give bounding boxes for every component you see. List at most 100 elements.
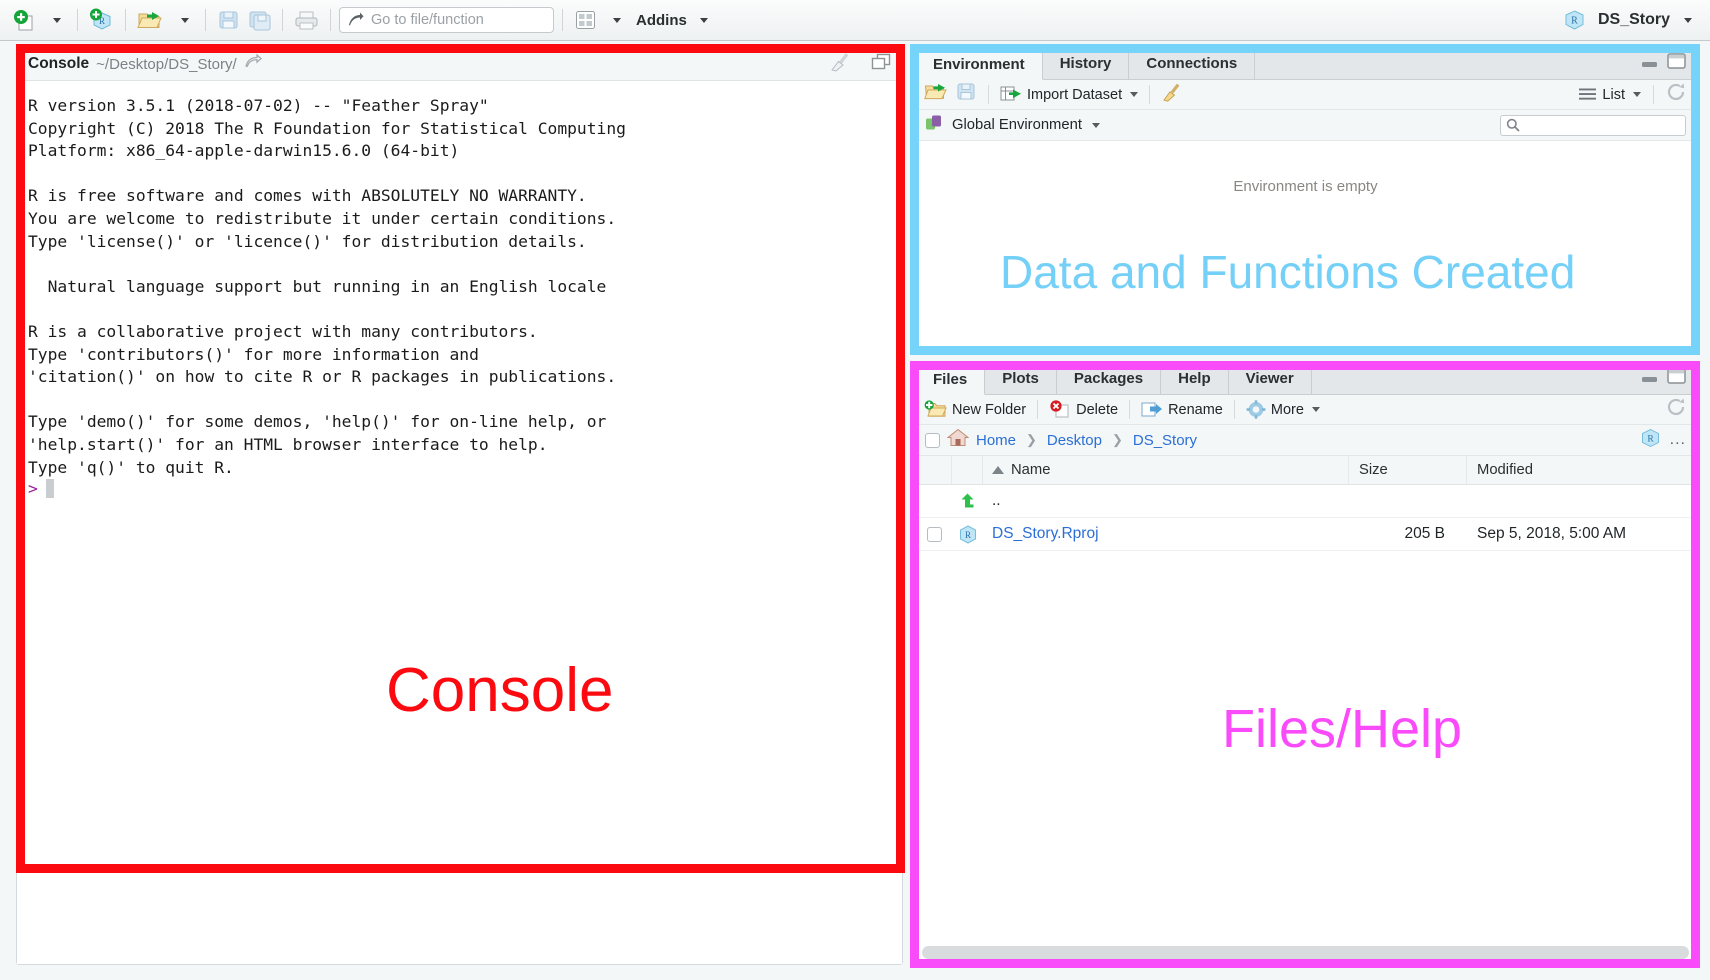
table-row[interactable]: R DS_Story.Rproj 205 B Sep 5, 2018, 5:00… — [916, 518, 1695, 551]
more-label: More — [1271, 402, 1304, 418]
new-folder-button[interactable]: New Folder — [924, 400, 1026, 419]
delete-button[interactable]: Delete — [1049, 400, 1118, 419]
delete-icon — [1049, 400, 1071, 419]
chevron-down-icon — [1312, 407, 1320, 412]
chevron-down-icon — [700, 18, 708, 23]
breadcrumb-overflow[interactable]: ... — [1670, 431, 1686, 449]
home-icon[interactable] — [947, 428, 969, 452]
global-environment-label[interactable]: Global Environment — [952, 117, 1082, 133]
open-file-dropdown[interactable] — [169, 5, 197, 35]
console-prompt-line[interactable]: > — [28, 479, 902, 499]
save-button[interactable] — [214, 5, 243, 35]
row-size-cell: 205 B — [1349, 525, 1467, 543]
new-file-button[interactable] — [10, 5, 39, 35]
console-popout-button[interactable] — [245, 54, 262, 74]
pane-layout-dropdown[interactable] — [601, 5, 629, 35]
header-modified-cell[interactable]: Modified — [1467, 456, 1695, 484]
tab-viewer-label: Viewer — [1246, 370, 1294, 387]
environment-search-input[interactable] — [1500, 115, 1686, 136]
breadcrumb-item-ds-story[interactable]: DS_Story — [1133, 432, 1197, 449]
refresh-files-button[interactable] — [1666, 397, 1687, 422]
header-modified-label: Modified — [1477, 462, 1533, 478]
delete-label: Delete — [1076, 402, 1118, 418]
toolbar-divider — [1653, 85, 1654, 104]
open-workspace-icon — [924, 82, 949, 102]
breadcrumb-item-desktop[interactable]: Desktop — [1047, 432, 1102, 449]
clear-environment-button[interactable] — [1161, 82, 1185, 108]
addins-label[interactable]: Addins — [636, 12, 687, 29]
r-project-icon: R — [1640, 428, 1661, 448]
row-name-cell[interactable]: DS_Story.Rproj — [983, 525, 1349, 543]
chevron-down-icon[interactable] — [1092, 123, 1100, 128]
environment-tabstrip: Environment History Connections — [916, 48, 1695, 80]
print-button[interactable] — [291, 5, 322, 35]
tab-connections[interactable]: Connections — [1129, 48, 1255, 79]
rename-button[interactable]: Rename — [1141, 400, 1223, 419]
more-button[interactable]: More — [1246, 400, 1320, 419]
toolbar-divider — [1234, 400, 1235, 419]
minimize-files-button[interactable] — [1641, 370, 1658, 388]
console-tab-title[interactable]: Console — [28, 55, 89, 73]
save-icon — [217, 9, 240, 31]
tab-help-label: Help — [1178, 370, 1211, 387]
tab-connections-label: Connections — [1146, 55, 1237, 72]
tab-viewer[interactable]: Viewer — [1229, 363, 1312, 394]
files-horizontal-scrollbar[interactable] — [922, 946, 1689, 959]
refresh-icon — [1666, 82, 1687, 102]
toolbar-divider — [282, 9, 283, 31]
new-file-dropdown[interactable] — [41, 5, 69, 35]
import-dataset-button[interactable]: Import Dataset — [1000, 85, 1138, 104]
header-name-label: Name — [1011, 462, 1050, 478]
header-name-cell[interactable]: Name — [983, 456, 1349, 484]
open-folder-icon — [137, 9, 164, 31]
toolbar-divider — [1129, 400, 1130, 419]
print-icon — [294, 10, 319, 31]
tab-packages[interactable]: Packages — [1057, 363, 1161, 394]
row-checkbox[interactable] — [927, 527, 942, 542]
clear-console-button[interactable] — [829, 51, 855, 78]
tab-files[interactable]: Files — [916, 364, 985, 395]
files-breadcrumb-bar: Home ❯ Desktop ❯ DS_Story R ... — [916, 425, 1695, 456]
tab-environment[interactable]: Environment — [916, 49, 1043, 80]
select-all-checkbox[interactable] — [925, 433, 940, 448]
save-workspace-button[interactable] — [956, 82, 977, 107]
breadcrumb-item-home[interactable]: Home — [976, 432, 1016, 449]
import-dataset-icon — [1000, 85, 1022, 104]
pane-layout-button[interactable] — [571, 5, 599, 35]
minimize-environment-button[interactable] — [1641, 55, 1658, 73]
maximize-files-button[interactable] — [1667, 368, 1686, 389]
console-output-area[interactable]: R version 3.5.1 (2018-07-02) -- "Feather… — [17, 81, 902, 964]
header-size-cell[interactable]: Size — [1349, 456, 1467, 484]
row-name-cell[interactable]: .. — [983, 492, 1349, 510]
rename-label: Rename — [1168, 402, 1223, 418]
load-workspace-button[interactable] — [924, 82, 949, 107]
files-tabstrip: Files Plots Packages Help Viewer — [916, 363, 1695, 395]
maximize-icon — [1667, 53, 1686, 69]
save-all-button[interactable] — [245, 5, 274, 35]
list-view-button[interactable]: List — [1578, 87, 1641, 103]
project-badge[interactable]: R — [1640, 428, 1661, 453]
goto-file-function-input[interactable]: Go to file/function — [339, 7, 554, 33]
new-project-button[interactable]: R — [86, 5, 117, 35]
tab-packages-label: Packages — [1074, 370, 1143, 387]
maximize-environment-button[interactable] — [1667, 53, 1686, 74]
open-file-button[interactable] — [134, 5, 167, 35]
new-folder-icon — [924, 400, 947, 419]
project-dropdown[interactable] — [1672, 5, 1700, 35]
toolbar-divider — [1037, 400, 1038, 419]
tab-help[interactable]: Help — [1161, 363, 1229, 394]
maximize-console-button[interactable] — [871, 53, 891, 76]
chevron-down-icon — [613, 18, 621, 23]
table-row[interactable]: .. — [916, 485, 1695, 518]
files-pane: Files Plots Packages Help Viewer — [915, 362, 1696, 965]
tab-history[interactable]: History — [1043, 48, 1130, 79]
files-toolbar: New Folder Delete Rename — [916, 395, 1695, 425]
svg-text:R: R — [964, 530, 970, 540]
refresh-environment-button[interactable] — [1666, 82, 1687, 107]
list-view-icon — [1578, 87, 1597, 102]
tab-plots[interactable]: Plots — [985, 363, 1057, 394]
console-pane: Console ~/Desktop/DS_Story/ — [16, 47, 903, 965]
addins-dropdown[interactable] — [689, 5, 717, 35]
toolbar-divider — [988, 85, 989, 104]
r-project-icon: R — [958, 525, 978, 544]
